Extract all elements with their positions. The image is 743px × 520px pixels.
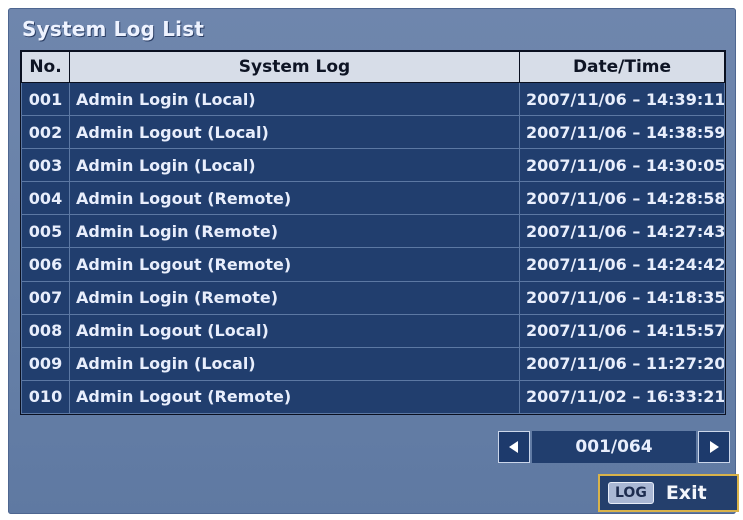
row-datetime: 2007/11/06 – 14:39:11: [519, 81, 725, 117]
exit-button[interactable]: LOG Exit: [598, 474, 739, 512]
row-no: 001: [21, 81, 70, 117]
row-no: 009: [21, 346, 70, 381]
row-datetime: 2007/11/06 – 14:28:58: [519, 181, 725, 216]
row-datetime: 2007/11/06 – 14:24:42: [519, 247, 725, 282]
row-no: 008: [21, 313, 70, 348]
table-row[interactable]: 002 Admin Logout (Local) 2007/11/06 – 14…: [21, 115, 725, 150]
row-no: 003: [21, 148, 70, 183]
row-datetime: 2007/11/02 – 16:33:21: [519, 379, 725, 415]
table-row[interactable]: 001 Admin Login (Local) 2007/11/06 – 14:…: [21, 81, 725, 117]
table-row[interactable]: 008 Admin Logout (Local) 2007/11/06 – 14…: [21, 313, 725, 348]
row-datetime: 2007/11/06 – 14:15:57: [519, 313, 725, 348]
log-key-badge: LOG: [608, 482, 654, 504]
row-no: 002: [21, 115, 70, 150]
log-table: No. System Log Date/Time 001 Admin Login…: [20, 50, 726, 415]
system-log-window: System Log List No. System Log Date/Time…: [8, 8, 739, 514]
table-row[interactable]: 010 Admin Logout (Remote) 2007/11/02 – 1…: [21, 379, 725, 415]
row-log: Admin Login (Local): [69, 81, 520, 117]
table-row[interactable]: 005 Admin Login (Remote) 2007/11/06 – 14…: [21, 214, 725, 249]
row-log: Admin Login (Local): [69, 346, 520, 381]
pagination: 001/064: [498, 431, 730, 463]
row-log: Admin Logout (Remote): [69, 379, 520, 415]
row-log: Admin Login (Local): [69, 148, 520, 183]
row-log: Admin Logout (Local): [69, 313, 520, 348]
row-no: 010: [21, 379, 70, 415]
row-log: Admin Login (Remote): [69, 214, 520, 249]
window-title: System Log List: [22, 17, 205, 41]
row-datetime: 2007/11/06 – 14:30:05: [519, 148, 725, 183]
row-no: 004: [21, 181, 70, 216]
next-page-button[interactable]: [698, 431, 730, 463]
row-no: 005: [21, 214, 70, 249]
triangle-right-icon: [710, 441, 719, 453]
table-row[interactable]: 007 Admin Login (Remote) 2007/11/06 – 14…: [21, 280, 725, 315]
row-log: Admin Logout (Remote): [69, 181, 520, 216]
column-header-no: No.: [21, 51, 70, 83]
table-header-row: No. System Log Date/Time: [21, 51, 725, 83]
table-row[interactable]: 004 Admin Logout (Remote) 2007/11/06 – 1…: [21, 181, 725, 216]
column-header-system-log: System Log: [69, 51, 520, 83]
row-log: Admin Logout (Local): [69, 115, 520, 150]
row-datetime: 2007/11/06 – 14:27:43: [519, 214, 725, 249]
triangle-left-icon: [509, 441, 518, 453]
row-datetime: 2007/11/06 – 14:38:59: [519, 115, 725, 150]
prev-page-button[interactable]: [498, 431, 530, 463]
row-log: Admin Logout (Remote): [69, 247, 520, 282]
table-row[interactable]: 003 Admin Login (Local) 2007/11/06 – 14:…: [21, 148, 725, 183]
row-no: 006: [21, 247, 70, 282]
table-row[interactable]: 006 Admin Logout (Remote) 2007/11/06 – 1…: [21, 247, 725, 282]
table-row[interactable]: 009 Admin Login (Local) 2007/11/06 – 11:…: [21, 346, 725, 381]
row-log: Admin Login (Remote): [69, 280, 520, 315]
row-datetime: 2007/11/06 – 11:27:20: [519, 346, 725, 381]
row-datetime: 2007/11/06 – 14:18:35: [519, 280, 725, 315]
exit-label: Exit: [665, 482, 707, 504]
column-header-datetime: Date/Time: [519, 51, 725, 83]
page-indicator: 001/064: [532, 431, 696, 463]
row-no: 007: [21, 280, 70, 315]
